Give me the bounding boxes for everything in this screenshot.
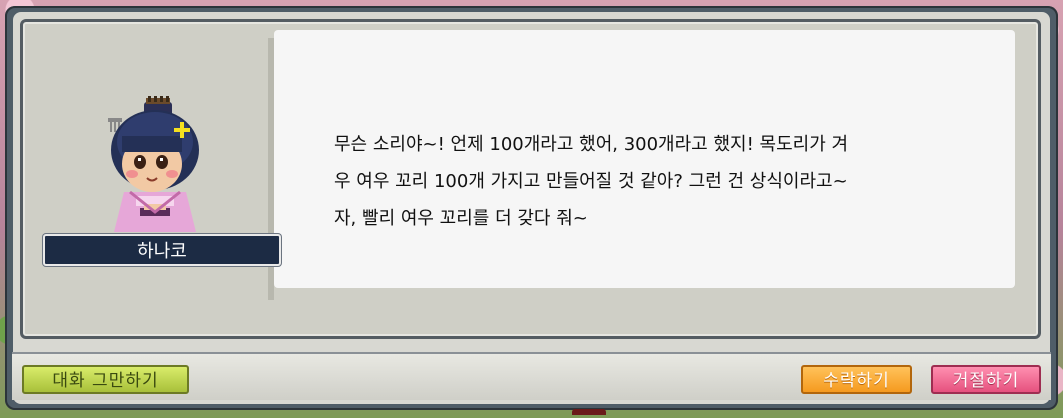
accept-button[interactable]: 수락하기 xyxy=(801,365,912,394)
npc-portrait-icon xyxy=(108,96,199,232)
bottom-tab-handle xyxy=(572,409,606,415)
decline-button[interactable]: 거절하기 xyxy=(931,365,1041,394)
end-chat-button[interactable]: 대화 그만하기 xyxy=(22,365,189,394)
npc-speech-text: 무슨 소리야~! 언제 100개라고 했어, 300개라고 했지! 목도리가 겨… xyxy=(334,134,849,229)
npc-name-plate: 하나코 xyxy=(43,234,281,266)
